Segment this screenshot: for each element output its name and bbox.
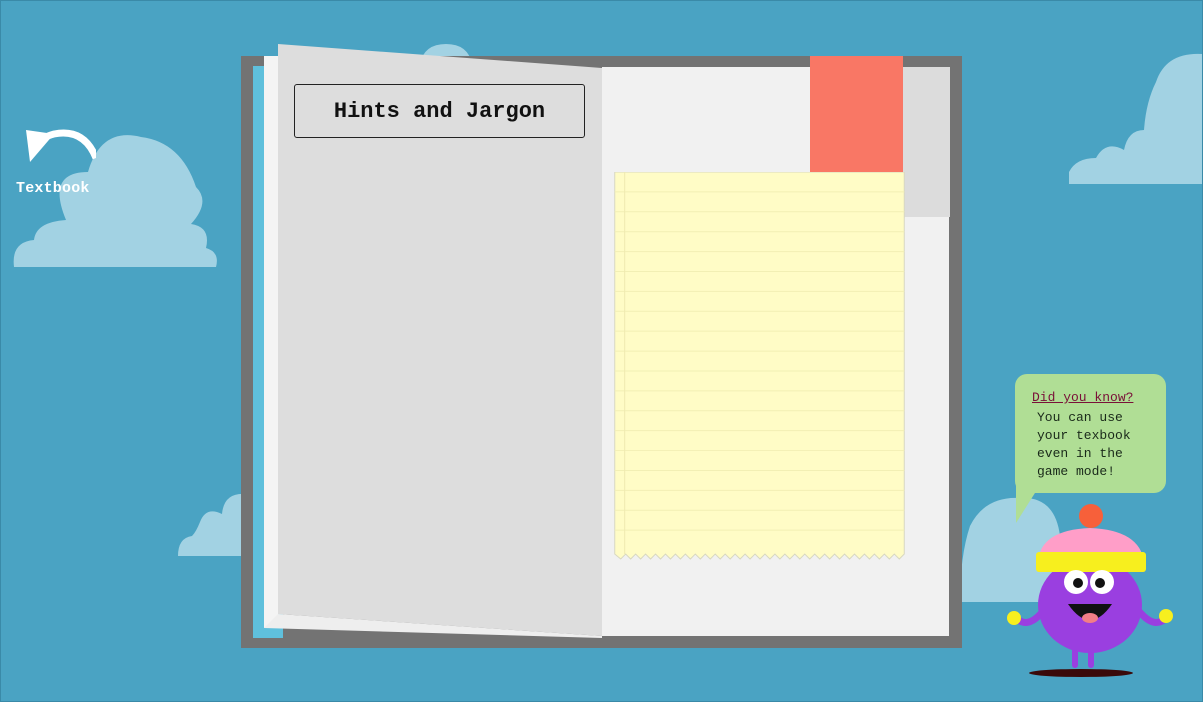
back-button-label: Textbook [16,180,90,197]
page-title: Hints and Jargon [294,84,585,138]
mascot-character [1007,504,1173,677]
bookmark-ribbon [810,56,903,173]
tip-line: your texbook [1037,428,1131,443]
back-to-textbook-button[interactable]: Textbook [12,126,112,200]
tip-line: even in the [1037,446,1123,461]
cloud-right [1069,53,1202,184]
tip-heading: Did you know? [1032,390,1134,405]
page-fold-corner [904,172,950,218]
tip-line: game mode! [1037,464,1116,479]
curved-back-arrow-icon [26,129,96,162]
tip-text: You can use your texbook even in the gam… [1037,409,1157,481]
note-paper [614,172,905,560]
cloud-bottom-left [178,493,246,556]
tip-line: You can use [1037,410,1123,425]
